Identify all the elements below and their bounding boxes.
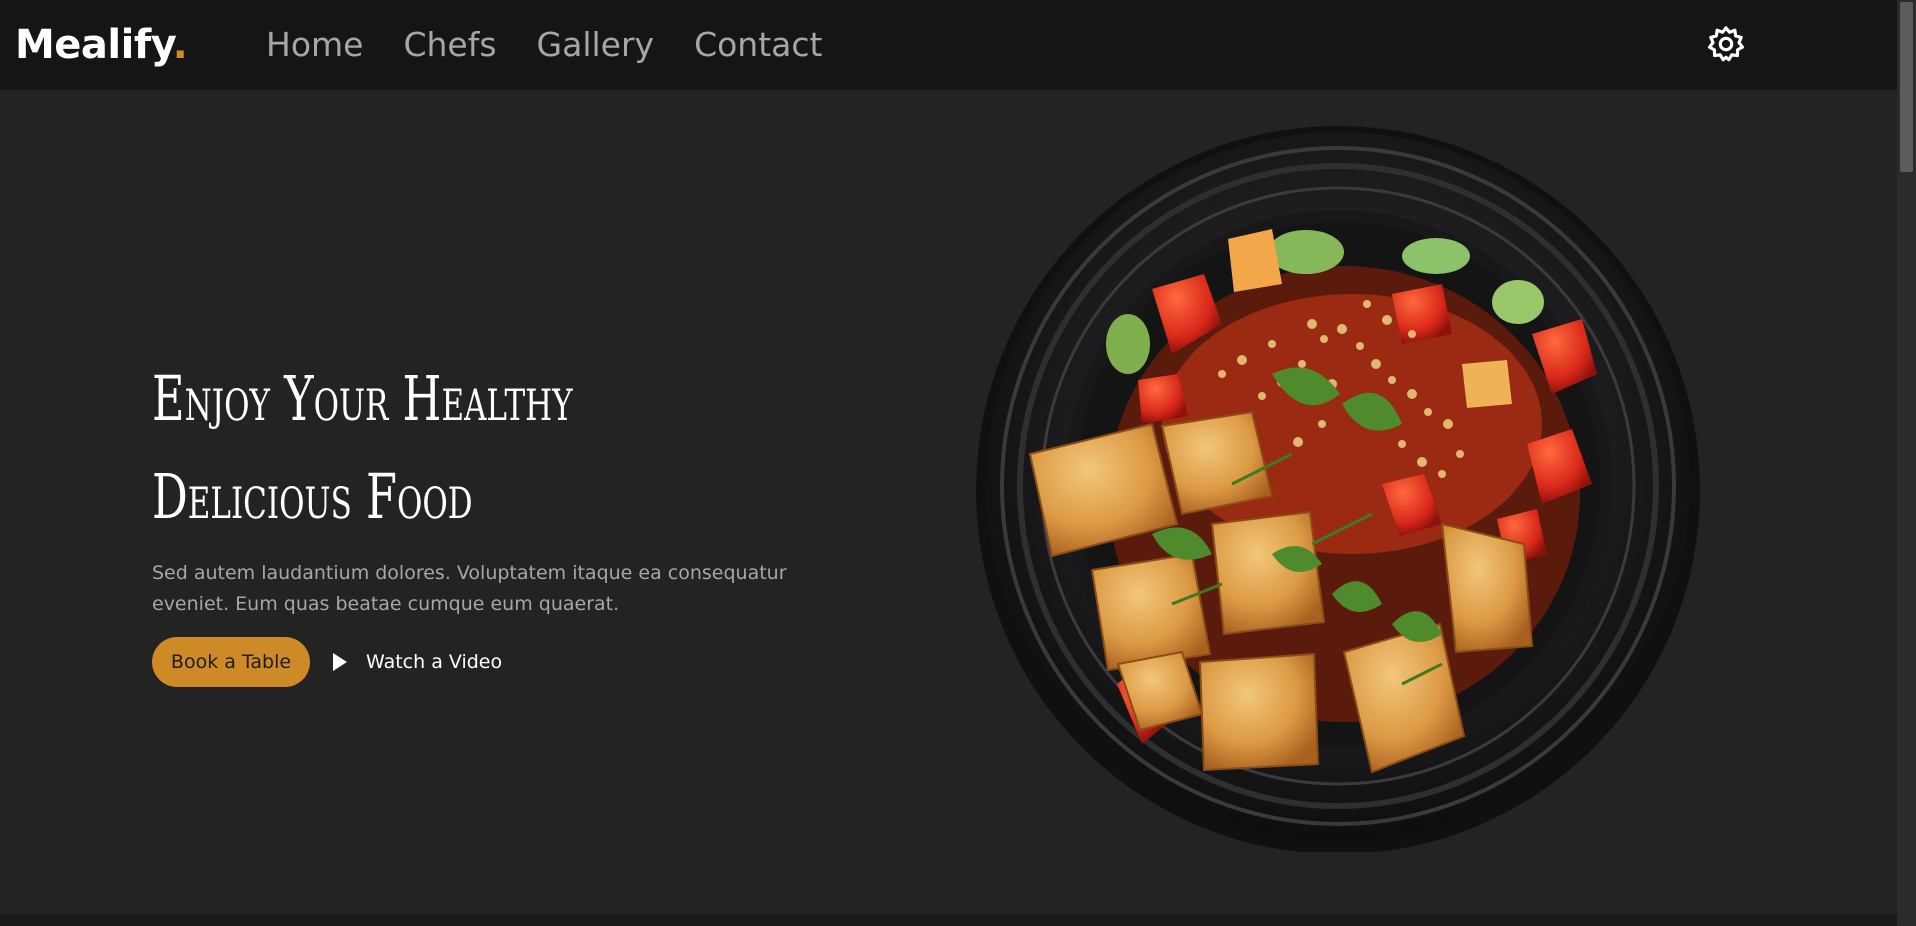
brand-name: Mealify xyxy=(15,22,173,68)
site-header: Mealify. Home Chefs Gallery Contact xyxy=(0,0,1897,90)
hero-title-line-2: Delicious Food xyxy=(152,460,473,533)
hero-subtitle-line-2: eveniet. Eum quas beatae cumque eum quae… xyxy=(152,593,620,615)
play-icon xyxy=(333,653,347,671)
hero-subtitle: Sed autem laudantium dolores. Voluptatem… xyxy=(152,558,792,620)
main-nav: Home Chefs Gallery Contact xyxy=(266,22,822,68)
gear-icon xyxy=(1707,26,1745,62)
food-plate-image xyxy=(976,126,1700,852)
nav-home[interactable]: Home xyxy=(266,22,363,68)
watch-video-link[interactable]: Watch a Video xyxy=(330,648,502,676)
nav-contact[interactable]: Contact xyxy=(694,22,822,68)
hero-title: Enjoy Your Healthy Delicious Food xyxy=(152,350,642,546)
hero-subtitle-line-1: Sed autem laudantium dolores. Voluptatem… xyxy=(152,562,787,584)
nav-gallery[interactable]: Gallery xyxy=(537,22,655,68)
page: Mealify. Home Chefs Gallery Contact Enjo… xyxy=(0,0,1916,926)
nav-chefs[interactable]: Chefs xyxy=(403,22,496,68)
book-table-button[interactable]: Book a Table xyxy=(152,637,310,687)
brand-dot: . xyxy=(172,22,188,68)
scrollbar-thumb[interactable] xyxy=(1900,2,1913,172)
watch-video-label: Watch a Video xyxy=(366,651,503,673)
hero-title-line-1: Enjoy Your Healthy xyxy=(152,362,573,435)
settings-button[interactable] xyxy=(1705,23,1747,65)
brand-logo[interactable]: Mealify. xyxy=(15,20,188,70)
bottom-strip xyxy=(0,914,1897,926)
page-scrollbar[interactable] xyxy=(1897,0,1916,926)
